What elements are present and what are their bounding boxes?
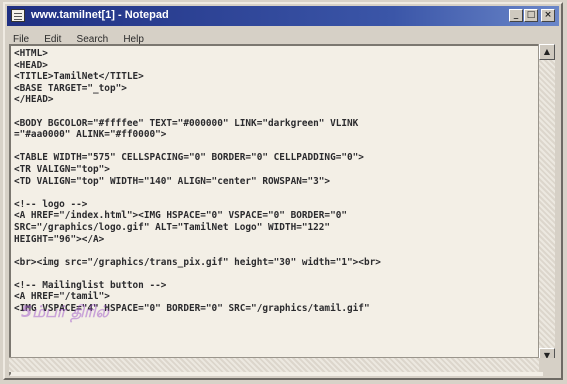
menu-bar: File Edit Search Help [7,27,559,45]
resize-grip[interactable] [539,358,555,372]
code-line: <TABLE WIDTH="575" CELLSPACING="0" BORDE… [14,152,364,164]
title-bar[interactable]: www.tamilnet[1] - Notepad _ □ × [7,6,559,26]
code-line: <!-- Mailinglist button --> [14,279,167,291]
code-line: <TR VALIGN="top"> [14,163,110,175]
minimize-button[interactable]: _ [509,9,523,22]
notepad-icon[interactable] [11,9,25,22]
code-line: <TITLE>TamilNet</TITLE> [14,71,144,83]
code-line: <HEAD> [14,59,48,71]
code-line: </HEAD> [14,94,54,106]
code-line: <BASE TARGET="_top"> [14,82,127,94]
code-line: <!-- logo --> [14,198,88,210]
code-line: <BODY BGCOLOR="#ffffee" TEXT="#000000" L… [14,117,359,129]
code-text[interactable]: <HTML> <HEAD> <TITLE>TamilNet</TITLE> <B… [14,48,381,315]
maximize-button[interactable]: □ [524,9,538,22]
vertical-scrollbar[interactable]: ▲ ▼ [538,44,555,364]
code-line: <A HREF="/tamil"> [14,291,110,303]
code-line: <HTML> [14,48,48,59]
horizontal-scrollbar[interactable] [9,357,539,372]
code-line: SRC="/graphics/logo.gif" ALT="TamilNet L… [14,221,331,233]
code-line: <IMG VSPACE="4" HSPACE="0" BORDER="0" SR… [14,303,370,315]
code-line: <TD VALIGN="top" WIDTH="140" ALIGN="cent… [14,175,331,187]
window-title: www.tamilnet[1] - Notepad [31,9,169,21]
code-line: <A HREF="/index.html"><IMG HSPACE="0" VS… [14,210,348,222]
text-editor-area[interactable]: <HTML> <HEAD> <TITLE>TamilNet</TITLE> <B… [9,44,543,376]
code-line: ="#aa0000" ALINK="#ff0000"> [14,129,167,141]
code-line: <br><img src="/graphics/trans_pix.gif" h… [14,256,381,268]
code-line: HEIGHT="96"></A> [14,233,105,245]
scroll-up-button[interactable]: ▲ [539,44,555,60]
notepad-window: www.tamilnet[1] - Notepad _ □ × File Edi… [3,2,563,380]
close-button[interactable]: × [541,9,555,22]
